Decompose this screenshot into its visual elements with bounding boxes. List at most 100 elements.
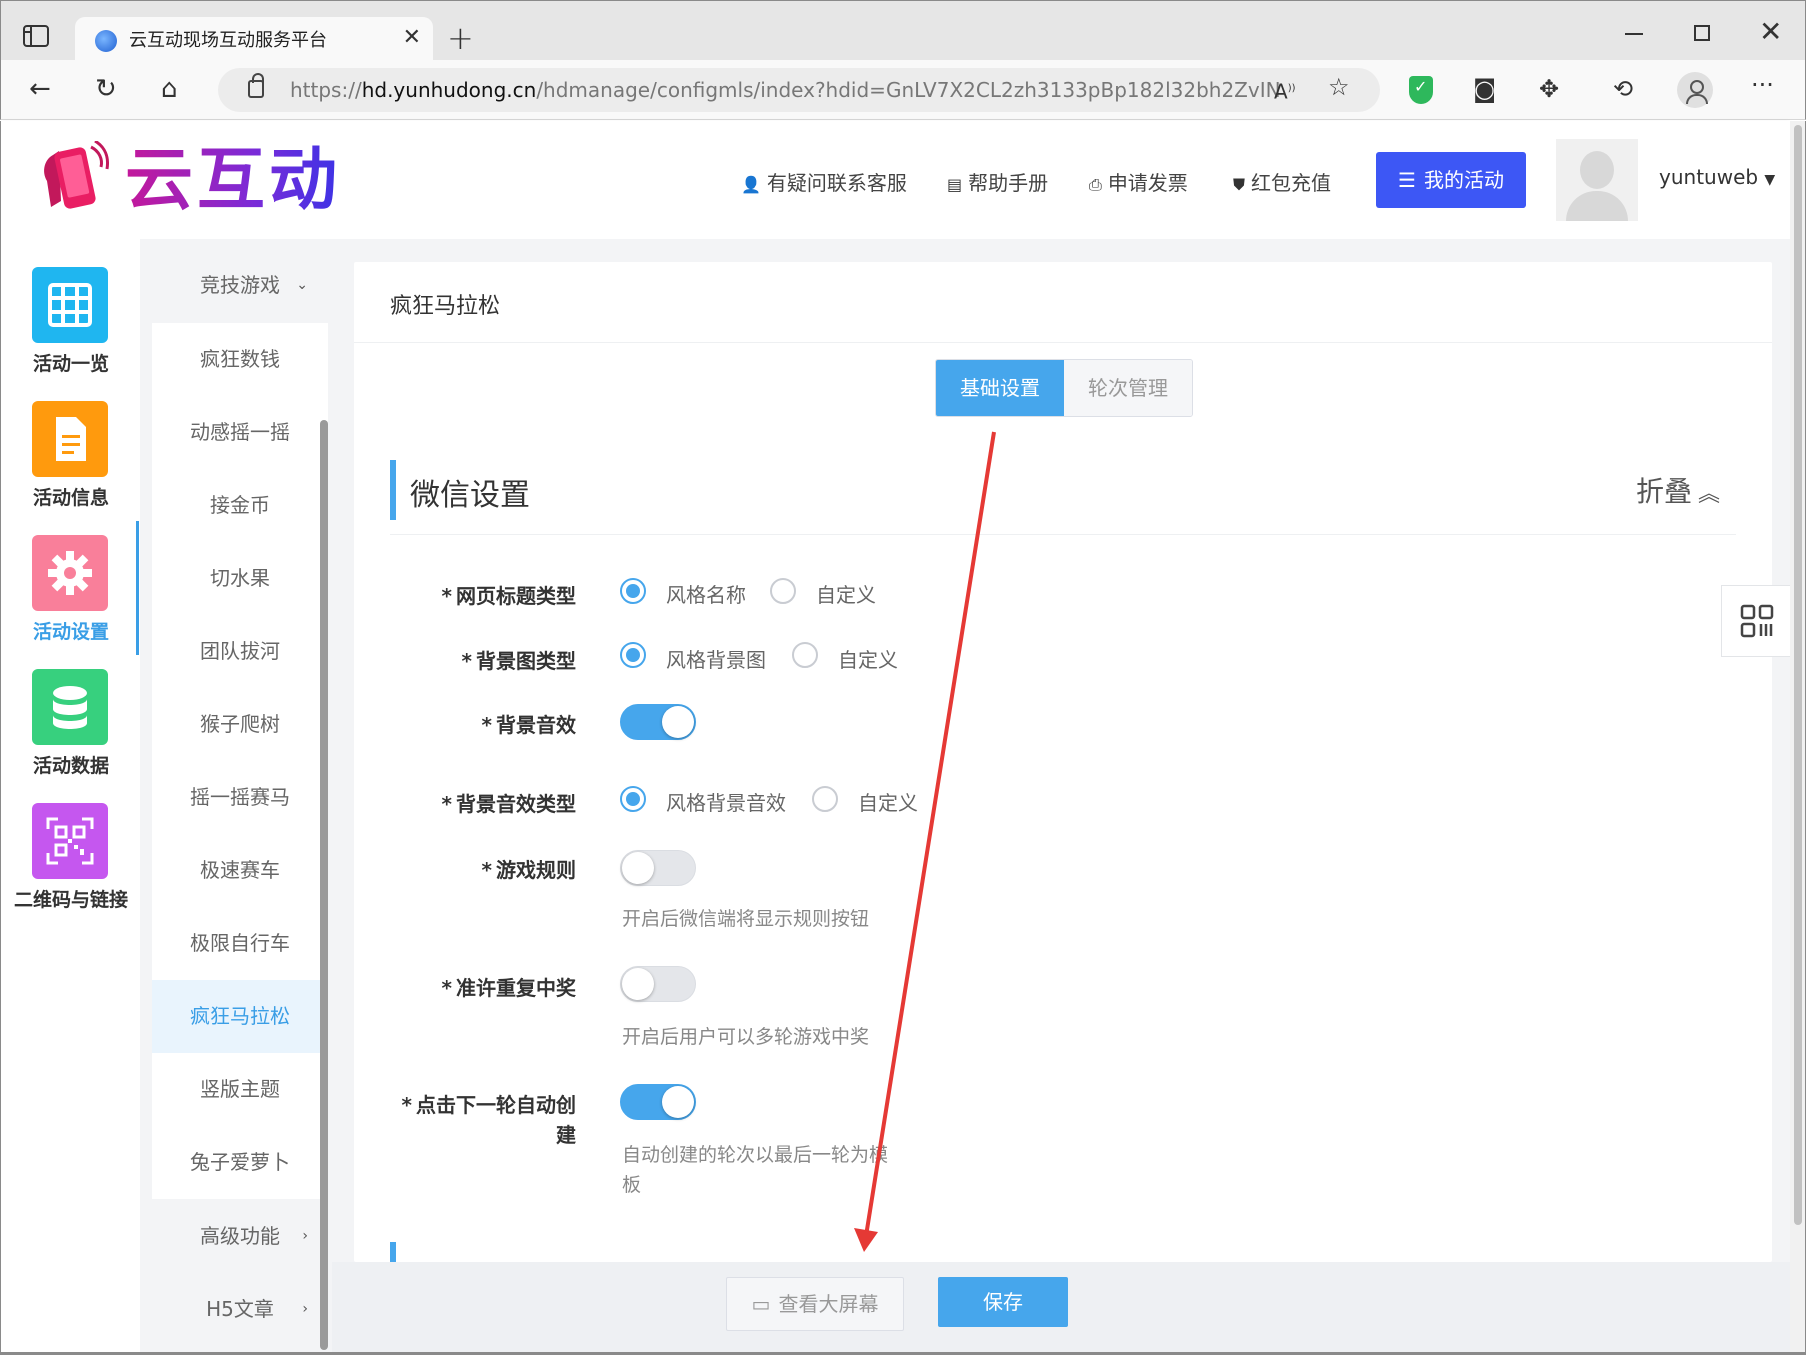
collapse-button[interactable]: 折叠 ︽ xyxy=(1636,470,1720,510)
field-hint: 自动创建的轮次以最后一轮为模板 xyxy=(622,1144,889,1196)
radio-label: 风格背景音效 xyxy=(666,791,786,815)
avatar[interactable] xyxy=(1556,139,1638,221)
gear-icon xyxy=(32,535,108,611)
qrcode-icon xyxy=(1740,604,1774,638)
save-button[interactable]: 保存 xyxy=(938,1277,1068,1327)
settings-tabs: 基础设置 轮次管理 xyxy=(935,359,1193,417)
browser-tab[interactable]: 云互动现场互动服务平台 ✕ xyxy=(75,17,433,63)
field-label: * 背景图类型 xyxy=(461,649,576,673)
field-label: * 准许重复中奖 xyxy=(441,976,576,1000)
field-label: * 背景音效类型 xyxy=(441,792,576,816)
chevron-right-icon: › xyxy=(302,1301,308,1317)
view-big-screen-button[interactable]: ▭ 查看大屏幕 xyxy=(726,1277,904,1331)
address-bar: ← ↻ ⌂ https://hd.yunhudong.cn/hdmanage/c… xyxy=(0,60,1806,120)
nav-qrcode-links[interactable]: 二维码与链接 xyxy=(1,789,141,923)
sub-menu-item[interactable]: 接金币 xyxy=(152,469,328,542)
username-dropdown[interactable]: yuntuweb ▼ xyxy=(1659,165,1775,189)
favorite-icon[interactable]: ☆ xyxy=(1328,72,1350,102)
minimize-icon[interactable] xyxy=(1625,33,1643,35)
tab-round-management[interactable]: 轮次管理 xyxy=(1064,360,1192,416)
home-icon[interactable]: ⌂ xyxy=(161,74,178,104)
more-menu-icon[interactable]: ··· xyxy=(1751,70,1774,100)
browser-tab-bar: 云互动现场互动服务平台 ✕ + ✕ xyxy=(0,0,1806,63)
sub-menu-item[interactable]: 摇一摇赛马 xyxy=(152,761,328,834)
monitor-icon: ▭ xyxy=(751,1292,771,1316)
radio-custom[interactable] xyxy=(812,786,838,812)
game-rules-switch[interactable] xyxy=(620,850,696,886)
shield-extension-icon[interactable] xyxy=(1409,76,1433,104)
performance-icon[interactable]: ⟲ xyxy=(1613,74,1633,104)
chevron-double-up-icon: ︽ xyxy=(1698,482,1721,507)
grid-icon xyxy=(32,267,108,343)
sub-menu-group-h5[interactable]: H5文章 › xyxy=(152,1273,328,1346)
radio-style-bg-sound[interactable] xyxy=(620,786,646,812)
logo-text[interactable]: 云互动 xyxy=(125,141,341,221)
sub-menu-item[interactable]: 竖版主题 xyxy=(152,1053,328,1126)
sub-menu-item-active[interactable]: 疯狂马拉松 xyxy=(152,980,328,1053)
bg-sound-switch[interactable] xyxy=(620,704,696,740)
profile-icon[interactable] xyxy=(1677,72,1713,108)
favicon-icon xyxy=(95,30,117,52)
new-tab-icon[interactable]: + xyxy=(447,19,474,57)
caret-down-icon: ▼ xyxy=(1764,172,1776,188)
read-aloud-icon[interactable]: A)) xyxy=(1274,74,1296,107)
document-icon xyxy=(32,401,108,477)
window-close-icon[interactable]: ✕ xyxy=(1759,15,1782,48)
url-text: https://hd.yunhudong.cn/hdmanage/configm… xyxy=(290,78,1281,102)
url-field[interactable]: https://hd.yunhudong.cn/hdmanage/configm… xyxy=(218,68,1380,112)
sub-menu-item[interactable]: 兔子爱萝卜 xyxy=(152,1126,328,1199)
radio-style-bg-image[interactable] xyxy=(620,642,646,668)
contact-support-link[interactable]: 👤 有疑问联系客服 xyxy=(741,167,907,196)
nav-activity-data[interactable]: 活动数据 xyxy=(1,655,141,789)
divider xyxy=(354,342,1772,343)
sub-menu-item[interactable]: 切水果 xyxy=(152,542,328,615)
radio-label: 自定义 xyxy=(858,791,918,815)
back-icon[interactable]: ← xyxy=(29,74,51,104)
sub-menu-item[interactable]: 猴子爬树 xyxy=(152,688,328,761)
sub-menu-item[interactable]: 团队拔河 xyxy=(152,615,328,688)
close-tab-icon[interactable]: ✕ xyxy=(403,25,421,50)
tab-basic-settings[interactable]: 基础设置 xyxy=(936,360,1064,416)
radio-custom[interactable] xyxy=(770,578,796,604)
sub-menu-item[interactable]: 极速赛车 xyxy=(152,834,328,907)
invoice-link[interactable]: ⎙ 申请发票 xyxy=(1089,167,1188,196)
repeat-win-switch[interactable] xyxy=(620,966,696,1002)
refresh-icon[interactable]: ↻ xyxy=(95,74,117,104)
app-header: 云互动 👤 有疑问联系客服 ▤ 帮助手册 ⎙ 申请发票 ⛊ 红包充值 ☰ 我的活动 yun… xyxy=(0,121,1790,239)
maximize-icon[interactable] xyxy=(1694,25,1710,41)
help-manual-link[interactable]: ▤ 帮助手册 xyxy=(947,167,1048,196)
nav-activity-settings[interactable]: 活动设置 xyxy=(1,521,141,655)
section-accent xyxy=(390,1242,396,1262)
extension-icon[interactable]: ◙ xyxy=(1473,74,1496,104)
nav-activity-overview[interactable]: 活动一览 xyxy=(1,253,141,387)
radio-custom[interactable] xyxy=(792,642,818,668)
divider xyxy=(390,534,1736,535)
sub-menu-scrollbar[interactable] xyxy=(320,420,328,1350)
lock-icon[interactable] xyxy=(248,73,264,98)
sub-menu-group-competitive-games[interactable]: 竞技游戏 ⌄ xyxy=(152,249,328,322)
page-title: 疯狂马拉松 xyxy=(390,294,501,319)
radio-label: 风格名称 xyxy=(666,583,746,607)
extensions-puzzle-icon[interactable]: ✥ xyxy=(1539,74,1559,104)
book-icon: ▤ xyxy=(947,175,963,194)
radio-label: 自定义 xyxy=(816,583,876,607)
auto-create-switch[interactable] xyxy=(620,1084,696,1120)
my-activity-button[interactable]: ☰ 我的活动 xyxy=(1376,152,1526,208)
radio-style-name[interactable] xyxy=(620,578,646,604)
floating-qrcode-button[interactable] xyxy=(1721,585,1793,657)
list-icon: ☰ xyxy=(1398,168,1416,192)
nav-activity-info[interactable]: 活动信息 xyxy=(1,387,141,521)
tab-actions-icon[interactable] xyxy=(23,25,49,47)
sub-menu-group-advanced[interactable]: 高级功能 › xyxy=(152,1200,328,1273)
sub-menu-item[interactable]: 极限自行车 xyxy=(152,907,328,980)
radio-label: 自定义 xyxy=(838,648,898,672)
sub-menu-item[interactable]: 疯狂数钱 xyxy=(152,323,328,396)
chevron-down-icon: ⌄ xyxy=(296,277,308,293)
user-plus-icon: 👤 xyxy=(741,175,761,194)
section-accent xyxy=(390,460,396,520)
page-scrollbar[interactable] xyxy=(1790,121,1806,1355)
red-packet-recharge-link[interactable]: ⛊ 红包充值 xyxy=(1233,167,1331,196)
tab-title: 云互动现场互动服务平台 xyxy=(129,30,327,51)
footer-action-bar: ▭ 查看大屏幕 保存 xyxy=(332,1262,1790,1355)
sub-menu-item[interactable]: 动感摇一摇 xyxy=(152,396,328,469)
